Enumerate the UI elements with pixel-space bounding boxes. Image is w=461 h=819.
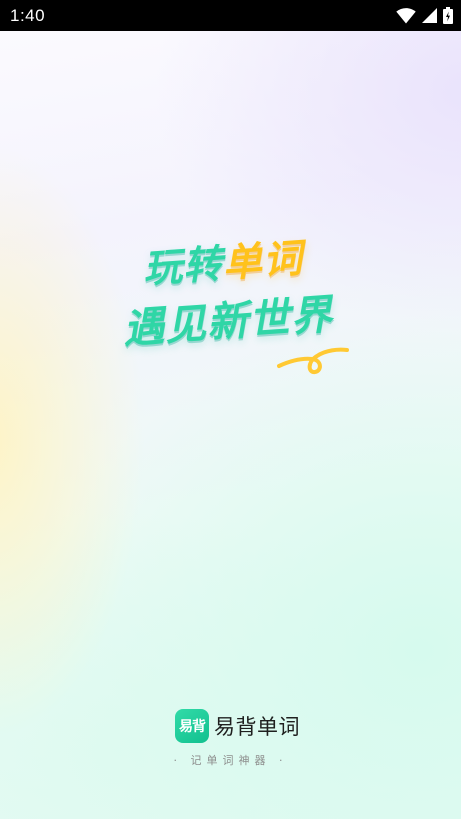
- swirl-decoration-icon: [277, 347, 349, 374]
- status-icons: [396, 6, 453, 25]
- status-time: 1:40: [10, 6, 46, 25]
- brand-tagline: · 记单词神器 ·: [173, 754, 288, 767]
- app-logo-icon: 易背: [175, 709, 209, 743]
- slogan-words: 单词: [221, 236, 305, 287]
- status-bar: 1:40: [0, 0, 461, 31]
- app-name: 易背单词: [214, 715, 300, 739]
- wifi-icon: [396, 7, 416, 24]
- slogan-line-1: 玩转单词: [141, 236, 305, 293]
- brand: 易背 易背单词: [175, 707, 300, 745]
- cell-signal-icon: [422, 8, 437, 23]
- slogan-play: 玩转: [141, 241, 225, 293]
- battery-icon: [443, 7, 453, 24]
- splash-background: [0, 31, 461, 819]
